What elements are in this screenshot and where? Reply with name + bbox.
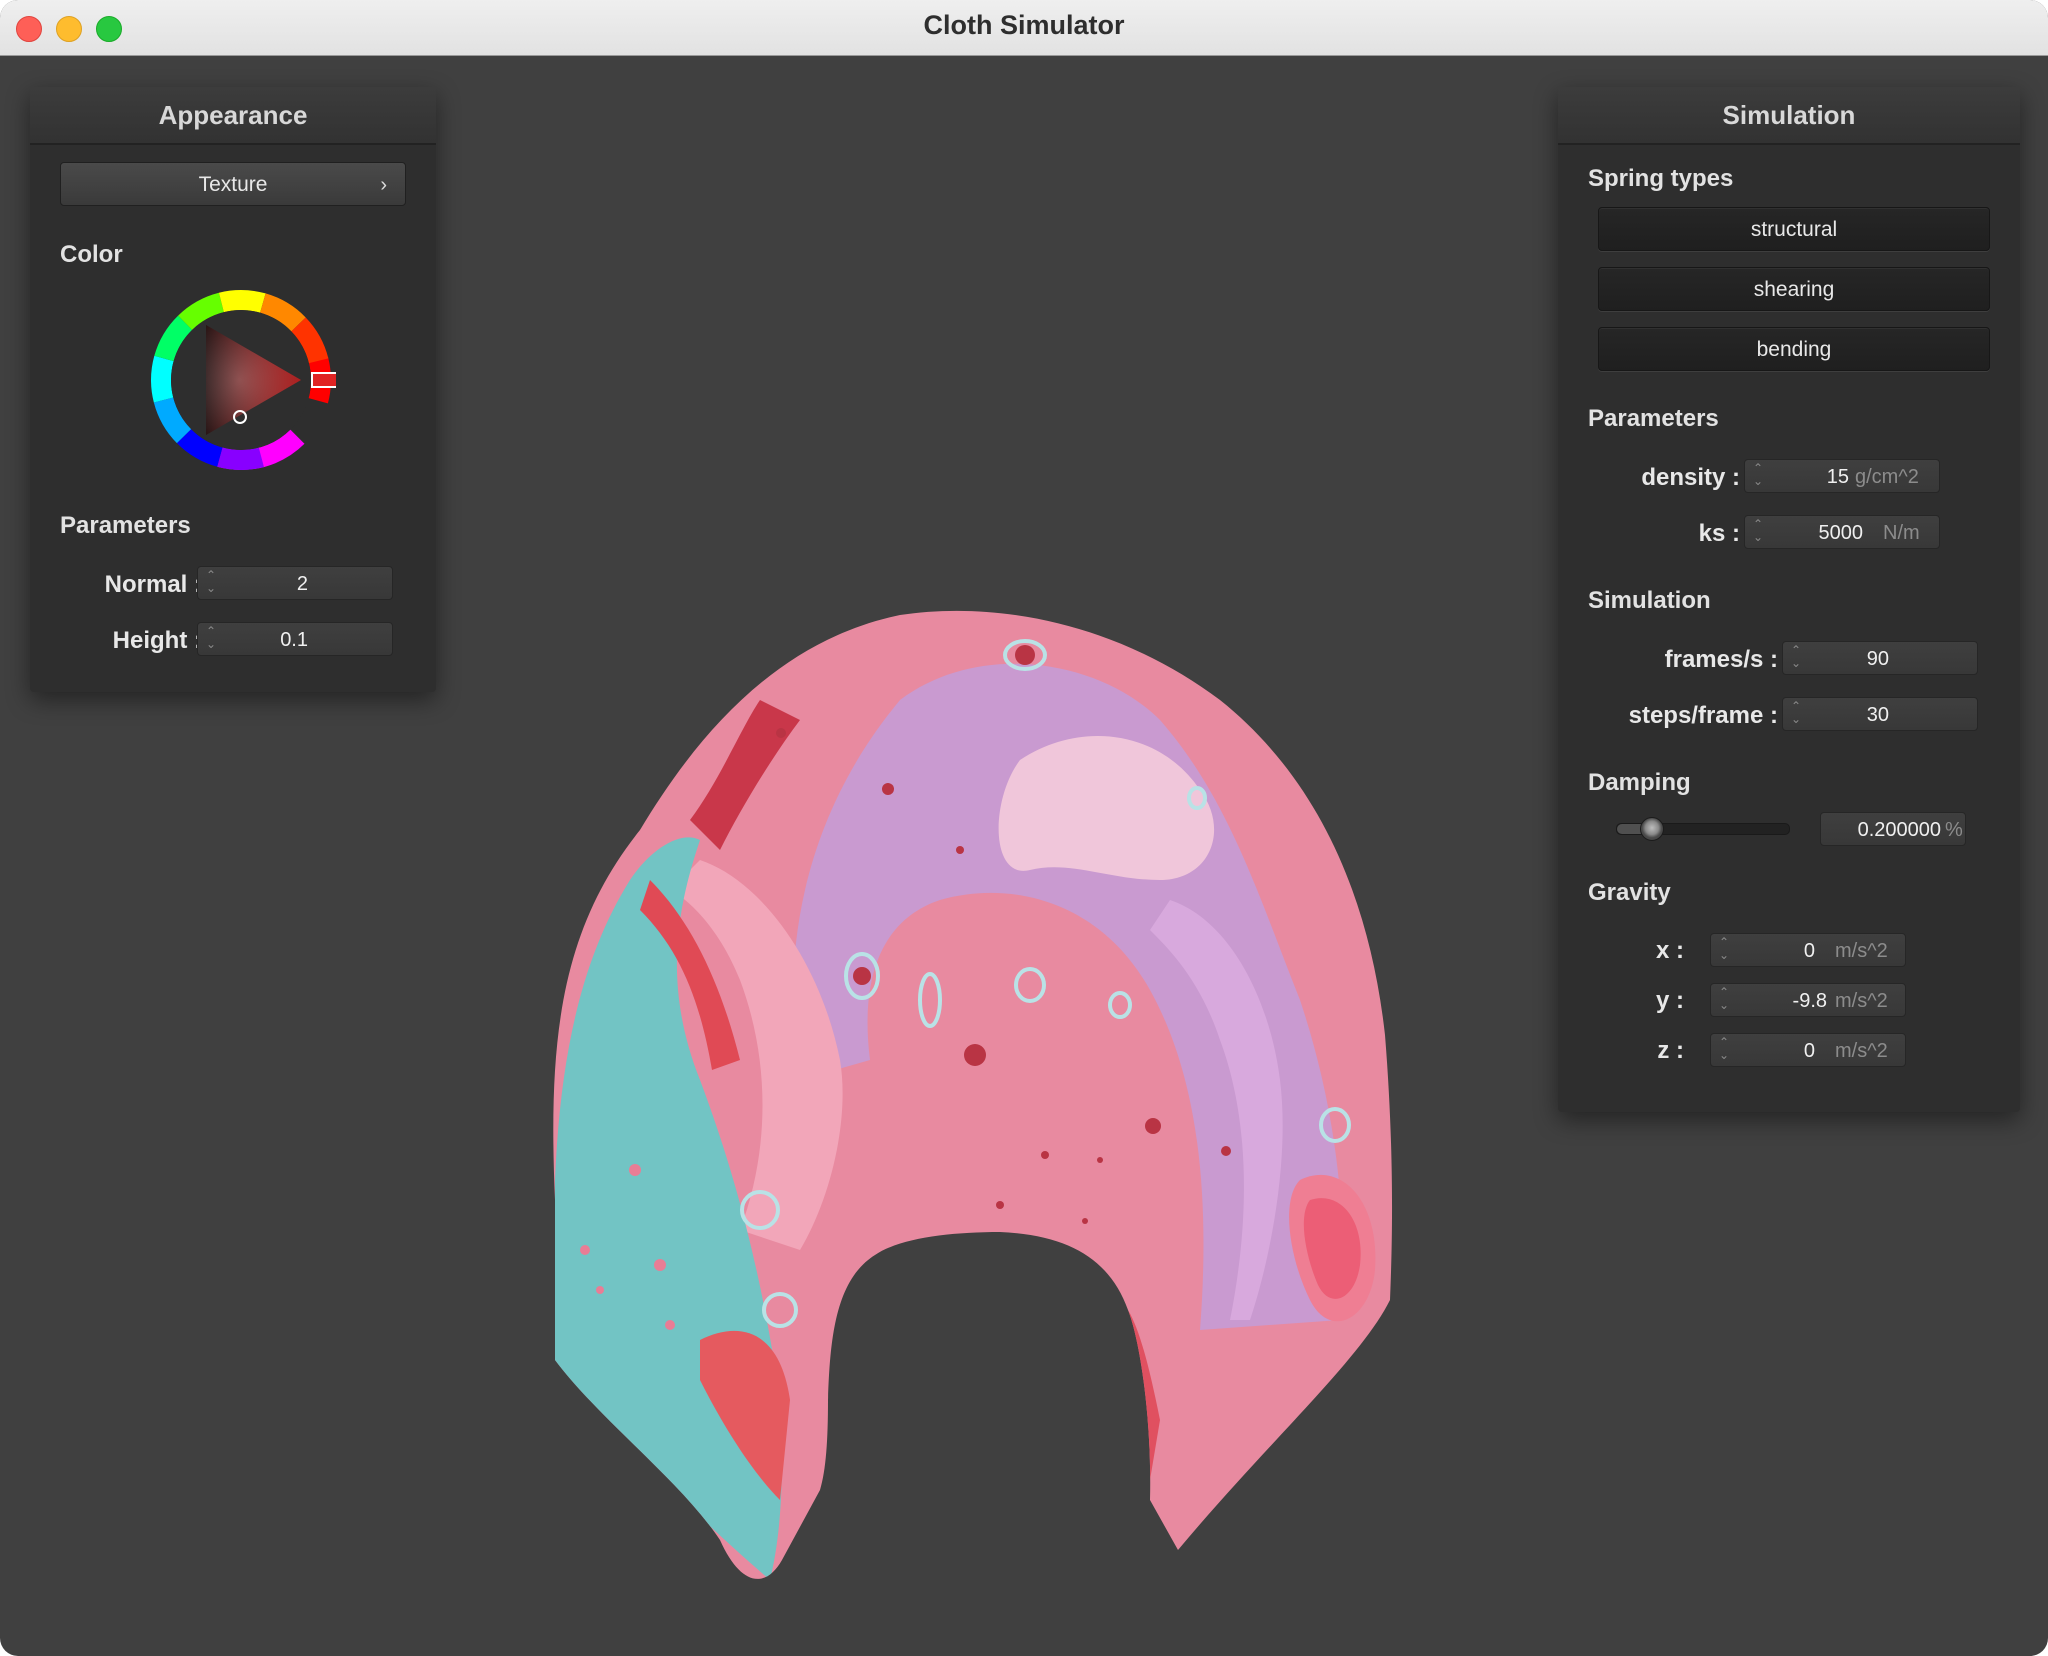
damping-slider[interactable] (1616, 817, 1790, 841)
steps-label: steps/frame : (1628, 702, 1778, 729)
spin-arrows-icon[interactable]: ⌃ ⌄ (204, 569, 218, 599)
gravity-z-value: 0 (1803, 1040, 1815, 1062)
spin-arrows-icon[interactable]: ⌃ ⌄ (204, 625, 218, 655)
gravity-x-spinbox[interactable]: ⌃ ⌄ 0 m/s^2 (1710, 933, 1906, 967)
gravity-x-label: x : (1655, 937, 1684, 964)
spin-arrows-icon[interactable]: ⌃ ⌄ (1751, 518, 1765, 548)
gravity-label: Gravity (1588, 879, 1671, 906)
density-label: density : (1641, 464, 1740, 491)
hue-selector-handle[interactable] (311, 372, 336, 388)
damping-unit: % (1945, 819, 1963, 841)
gravity-y-spinbox[interactable]: ⌃ ⌄ -9.8 m/s^2 (1710, 983, 1906, 1017)
gravity-y-value: -9.8 (1792, 990, 1827, 1012)
gravity-z-unit: m/s^2 (1835, 1040, 1888, 1062)
appearance-panel-title[interactable]: Appearance (30, 87, 436, 145)
steps-value: 30 (1866, 704, 1889, 726)
simulation-panel-title[interactable]: Simulation (1558, 87, 2020, 145)
chevron-right-icon: › (380, 174, 387, 196)
height-spinbox[interactable]: ⌃ ⌄ 0.1 (197, 622, 393, 656)
density-spinbox[interactable]: ⌃ ⌄ 15 g/cm^2 (1744, 459, 1940, 493)
texture-button[interactable]: Texture › (60, 162, 406, 206)
ks-value: 5000 (1818, 522, 1864, 544)
spin-arrows-icon[interactable]: ⌃ ⌄ (1789, 700, 1803, 730)
gravity-z-label: z : (1657, 1037, 1684, 1064)
ks-label: ks : (1698, 520, 1740, 547)
steps-spinbox[interactable]: ⌃ ⌄ 30 (1782, 697, 1978, 731)
damping-slider-handle[interactable] (1640, 817, 1665, 841)
bending-toggle-button[interactable]: bending (1598, 327, 1990, 371)
color-section-label: Color (60, 241, 123, 268)
spin-arrows-icon[interactable]: ⌃ ⌄ (1751, 462, 1765, 492)
gravity-x-unit: m/s^2 (1835, 940, 1888, 962)
density-value: 15 (1826, 466, 1849, 488)
spin-arrows-icon[interactable]: ⌃ ⌄ (1717, 1036, 1731, 1066)
damping-label: Damping (1588, 769, 1691, 796)
ks-spinbox[interactable]: ⌃ ⌄ 5000 N/m (1744, 515, 1940, 549)
height-label: Height : (112, 627, 202, 654)
height-value: 0.1 (280, 629, 308, 651)
ks-unit: N/m (1883, 522, 1920, 544)
simulation-section-label: Simulation (1588, 587, 1711, 614)
spring-types-label: Spring types (1588, 165, 1734, 192)
shearing-toggle-button[interactable]: shearing (1598, 267, 1990, 311)
fps-spinbox[interactable]: ⌃ ⌄ 90 (1782, 641, 1978, 675)
simulation-panel: Simulation Spring types structural shear… (1558, 87, 2020, 1112)
fps-label: frames/s : (1664, 646, 1778, 673)
normal-spinbox[interactable]: ⌃ ⌄ 2 (197, 566, 393, 600)
gravity-y-label: y : (1655, 987, 1684, 1014)
normal-label: Normal : (104, 571, 202, 598)
app-window: Cloth Simulator Appearance Texture › Col… (0, 0, 2048, 1656)
spin-arrows-icon[interactable]: ⌃ ⌄ (1717, 986, 1731, 1016)
appearance-panel: Appearance Texture › Color Parameters No… (30, 87, 436, 692)
damping-field[interactable]: 0.200000 % (1820, 812, 1966, 846)
appearance-parameters-label: Parameters (60, 512, 191, 539)
structural-toggle-button[interactable]: structural (1598, 207, 1990, 251)
gravity-y-unit: m/s^2 (1835, 990, 1888, 1012)
spin-arrows-icon[interactable]: ⌃ ⌄ (1717, 936, 1731, 966)
gravity-x-value: 0 (1803, 940, 1815, 962)
window-title: Cloth Simulator (923, 10, 1125, 40)
fps-value: 90 (1866, 648, 1889, 670)
color-wheel[interactable] (146, 285, 336, 475)
damping-value: 0.200000 (1857, 819, 1941, 841)
spin-arrows-icon[interactable]: ⌃ ⌄ (1789, 644, 1803, 674)
density-unit: g/cm^2 (1855, 466, 1919, 488)
title-bar: Cloth Simulator (0, 0, 2048, 56)
sim-parameters-label: Parameters (1588, 405, 1719, 432)
texture-button-label: Texture (198, 173, 268, 196)
normal-value: 2 (296, 573, 308, 595)
gravity-z-spinbox[interactable]: ⌃ ⌄ 0 m/s^2 (1710, 1033, 1906, 1067)
